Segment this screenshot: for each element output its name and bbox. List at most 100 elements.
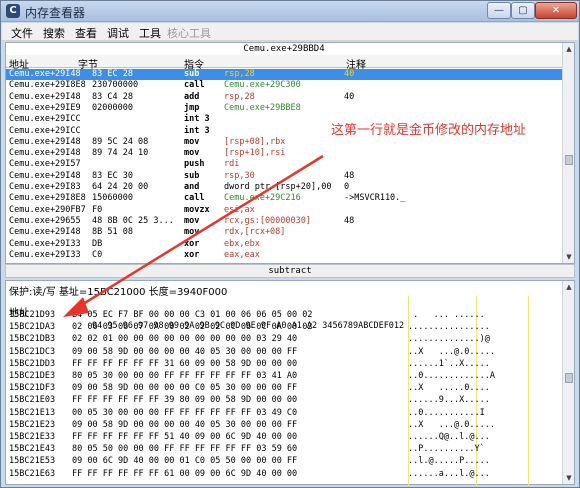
hex-row-bytes: 09 00 58 9D 00 00 00 00 C0 05 30 00 00 0…	[72, 383, 298, 394]
hex-row[interactable]: 15BC21E63 FF FF FF FF FF FF 61 00 09 00 6…	[6, 469, 562, 480]
hex-scrollbar[interactable]: ▲ ▼	[562, 281, 574, 484]
close-button[interactable]: ✕	[535, 2, 577, 19]
row-operand: Cemu.exe+29C300	[224, 80, 301, 91]
row-mnemonic: xor	[184, 249, 200, 260]
disassembly-row[interactable]: Cemu.exe+29655 48 8B 0C 25 3... mov rcx,gs:…	[6, 216, 562, 227]
pane-splitter[interactable]: subtract	[5, 264, 575, 278]
scroll-thumb[interactable]	[565, 155, 573, 165]
memory-viewer-window: C 内存查看器 — ▢ ✕ 文件 搜索 查看 调试 工具 核心工具 Cemu.e…	[0, 0, 580, 488]
annotation-label: 这第一行就是金币修改的内存地址	[331, 123, 527, 138]
hex-row-address: 15BC21E63	[9, 468, 56, 479]
hex-row-ascii: ..0.............A	[408, 371, 495, 381]
disassembly-row[interactable]: Cemu.exe+29I48 89 5C 24 08 mov [rsp+08],rbx	[6, 137, 562, 148]
row-mnemonic: mov	[184, 215, 200, 226]
disassembly-column-headers: 地址 字节 指令 注释	[6, 55, 562, 71]
menu-kernel-tools[interactable]: 核心工具	[167, 25, 211, 41]
hex-row[interactable]: 15BC21DF3 09 00 58 9D 00 00 00 00 C0 05 3…	[6, 383, 562, 394]
row-operand: dword ptr [rsp+20],00	[224, 182, 332, 192]
hex-row[interactable]: 15BC21E43 80 05 50 00 00 00 FF FF FF FF F…	[6, 444, 562, 455]
disassembly-row[interactable]: Cemu.exe+29I48 83 EC 28 sub rsp,28 40	[6, 69, 562, 80]
hex-row-ascii: ..0...........I	[408, 407, 485, 418]
disassembly-pane[interactable]: Cemu.exe+29BBD4 地址 字节 指令 注释 Cemu.exe+29I…	[5, 42, 575, 264]
row-bytes: C0	[92, 249, 103, 260]
hex-row[interactable]: 15BC21E23 09 00 58 9D 00 00 00 00 40 05 3…	[6, 420, 562, 431]
menu-tools[interactable]: 工具	[139, 25, 161, 41]
row-address: Cemu.exe+29I33	[9, 238, 81, 249]
title-bar[interactable]: C 内存查看器 — ▢ ✕	[1, 1, 579, 22]
row-address: Cemu.exe+29I8E8	[9, 80, 86, 91]
row-mnemonic: xor	[184, 238, 200, 249]
row-operand: rdx,[rcx+08]	[224, 227, 286, 238]
hex-row-ascii: ..P..........Y`	[408, 444, 485, 455]
row-address: Cemu.exe+290FB7	[9, 204, 86, 215]
scroll-down-icon[interactable]: ▼	[563, 251, 575, 263]
row-bytes: 64 24 20 00	[92, 182, 149, 192]
hex-row[interactable]: 15BC21E13 00 05 30 00 00 00 FF FF FF FF F…	[6, 408, 562, 419]
row-operand: rcx,gs:[00000030]	[224, 215, 311, 226]
hex-row-bytes: 80 05 30 00 00 00 FF FF FF FF FF FF 03 4…	[72, 371, 298, 381]
row-mnemonic: int 3	[184, 125, 210, 136]
disassembly-row[interactable]: Cemu.exe+29I48 83 EC 30 sub rsp,30 48	[6, 171, 562, 182]
hex-row[interactable]: 15BC21E33 FF FF FF FF FF FF 51 40 09 00 6…	[6, 432, 562, 443]
hex-row-address: 15BC21E23	[9, 419, 56, 430]
disassembly-row[interactable]: Cemu.exe+29I48 8B 51 08 mov rdx,[rcx+08]	[6, 227, 562, 238]
menu-search[interactable]: 搜索	[43, 25, 65, 41]
disassembly-row[interactable]: Cemu.exe+29I83 64 24 20 00 and dword ptr [r…	[6, 182, 562, 193]
scroll-up-icon[interactable]: ▲	[563, 281, 575, 293]
row-address: Cemu.exe+29ICC	[9, 125, 81, 136]
hex-row[interactable]: 15BC21DA3 02 06 03 06 07 0A 00 02 02 02 0…	[6, 322, 562, 333]
row-address: Cemu.exe+29I48	[9, 170, 81, 181]
row-mnemonic: int 3	[184, 114, 210, 125]
disassembly-location: Cemu.exe+29BBD4	[243, 44, 325, 54]
row-bytes: DB	[92, 238, 103, 249]
row-mnemonic: mov	[184, 227, 200, 238]
hex-row-bytes: FF FF FF FF FF FF 51 40 09 00 6C 9D 40 0…	[72, 432, 298, 442]
hex-row[interactable]: 15BC21E53 09 00 6C 9D 40 00 00 01 C0 05 5…	[6, 456, 562, 467]
row-operand: [rsp+10],rsi	[224, 148, 286, 159]
row-bytes: 15060000	[92, 193, 133, 204]
disassembly-row[interactable]: Cemu.exe+29I48 89 74 24 10 mov [rsp+10],rsi	[6, 148, 562, 159]
menu-view[interactable]: 查看	[75, 25, 97, 41]
hex-row-address: 15BC21E53	[9, 456, 56, 467]
row-address: Cemu.exe+29I48	[9, 69, 81, 79]
disassembly-row[interactable]: Cemu.exe+29I8E8 15060000 call Cemu.exe+29C2…	[6, 193, 562, 204]
menu-file[interactable]: 文件	[11, 25, 33, 41]
row-bytes: 83 EC 30	[92, 170, 133, 181]
disassembly-row[interactable]: Cemu.exe+29I33 DB xor ebx,ebx	[6, 239, 562, 250]
scroll-up-icon[interactable]: ▲	[563, 43, 575, 55]
row-bytes: F0	[92, 204, 103, 215]
row-mnemonic: call	[184, 80, 205, 91]
row-mnemonic: add	[184, 91, 200, 102]
row-bytes: 230700000	[92, 80, 139, 91]
row-mnemonic: push	[184, 159, 205, 170]
disassembly-row[interactable]: Cemu.exe+29I8E8 230700000 call Cemu.exe+29C…	[6, 80, 562, 91]
row-address: Cemu.exe+29I48	[9, 136, 81, 147]
hex-row[interactable]: 15BC21DB3 02 02 01 00 00 00 00 00 00 00 0…	[6, 334, 562, 345]
hex-row[interactable]: 15BC21DC3 09 00 58 9D 00 00 00 00 40 05 3…	[6, 347, 562, 358]
row-operand: rsp,28	[224, 91, 255, 102]
scroll-thumb[interactable]	[565, 373, 573, 383]
menu-debug[interactable]: 调试	[107, 25, 129, 41]
maximize-button[interactable]: ▢	[511, 2, 535, 19]
hex-row[interactable]: 15BC21DE3 80 05 30 00 00 00 FF FF FF FF F…	[6, 371, 562, 382]
hex-dump-pane[interactable]: 保护:读/写 基址=15BC21000 长度=3940F000 地址 94 95…	[5, 280, 575, 486]
scroll-down-icon[interactable]: ▼	[563, 472, 575, 484]
hex-row-bytes: 02 02 01 00 00 00 00 00 00 00 00 00 03 2…	[72, 334, 298, 345]
hex-row-address: 15BC21DF3	[9, 383, 56, 394]
row-bytes: 83 EC 28	[92, 69, 133, 79]
hex-row[interactable]: 15BC21DD3 FF FF FF FF FF FF 31 60 09 00 5…	[6, 359, 562, 370]
disassembly-row[interactable]: Cemu.exe+29I33 C0 xor eax,eax	[6, 250, 562, 261]
hex-row-bytes: 02 06 03 06 07 0A 00 02 02 02 0C 06 0C 0…	[72, 322, 313, 333]
disassembly-row[interactable]: Cemu.exe+29I57 push rdi	[6, 159, 562, 170]
row-mnemonic: sub	[184, 69, 200, 79]
minimize-button[interactable]: —	[487, 2, 511, 19]
disassembly-row[interactable]: Cemu.exe+290FB7 F0 movzx esi,ax	[6, 205, 562, 216]
disassembly-row[interactable]: Cemu.exe+29I48 83 C4 28 add rsp,28 40	[6, 92, 562, 103]
disassembly-scrollbar[interactable]: ▲ ▼	[562, 43, 574, 263]
hex-row[interactable]: 15BC21D93 B4 05 EC F7 BF 00 00 00 C3 01 0…	[6, 310, 562, 321]
disassembly-row[interactable]: Cemu.exe+29IE9 02000000 jmp Cemu.exe+29BBE8	[6, 103, 562, 114]
row-operand: Cemu.exe+29BBE8	[224, 102, 301, 113]
row-address: Cemu.exe+29I8E8	[9, 193, 86, 204]
hex-row[interactable]: 15BC21E03 FF FF FF FF FF FF 39 80 09 00 5…	[6, 395, 562, 406]
row-operand: rsp,30	[224, 170, 255, 181]
